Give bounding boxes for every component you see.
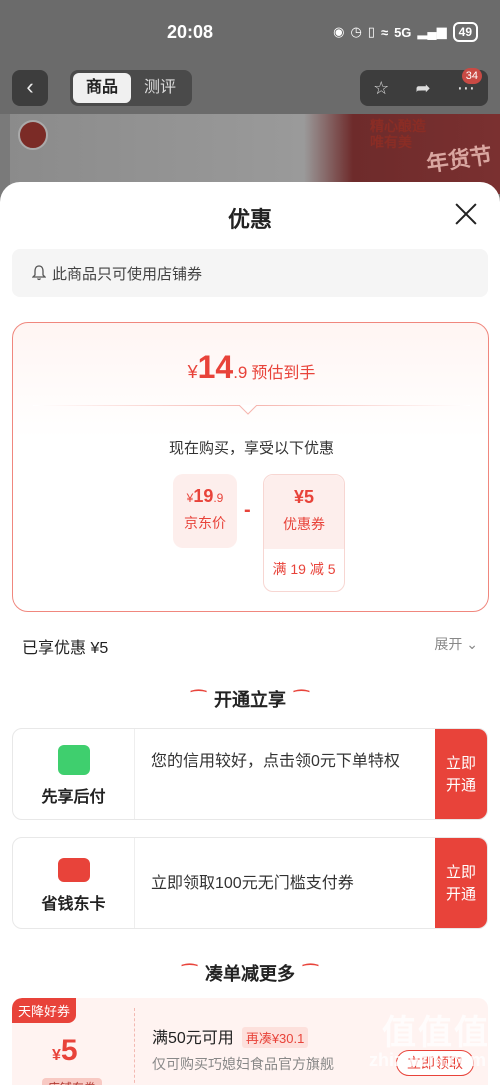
chevron-down-icon: ⌄ [466,636,478,652]
coupon-type: 店铺东券 [42,1078,103,1085]
slogan-line2: 唯有美 [370,134,412,150]
service-pay-later[interactable]: 先享后付 您的信用较好，点击领0元下单特权 立即开通 [12,728,488,820]
banner-slogan: 精心酿造 唯有美 [370,118,426,150]
shop-coupon-notice: 此商品只可使用店铺券 [12,249,488,297]
jd-decimal: .9 [213,491,224,505]
section-open-title: 开通立享 [214,690,286,710]
estimated-price: ¥14.9 预估到手 [13,349,490,386]
smile-icon: ⁀ [303,964,318,984]
coupon-value: ¥5 [293,487,315,507]
jd-price-label: 京东价 [184,515,226,531]
enjoyed-discount: 已享优惠 ¥5 [22,640,109,657]
battery-indicator: 49 [452,22,478,42]
top-nav: ‹ 商品 测评 ☆ ➦ ⋯ 34 [0,66,500,114]
watermark: 值值值 [382,1014,490,1052]
section-more-heading: ⁀ 凑单减更多 ⁀ [0,960,500,986]
back-button[interactable]: ‹ [12,70,48,106]
coupon-title: 满50元可用 再凑¥30.1 [152,1024,309,1048]
service-name: 先享后付 [41,789,106,806]
coupon-currency: ¥ [52,1047,61,1064]
coupon-divider [134,1008,135,1085]
bell-icon [32,265,46,281]
coupon-amount-value: 5 [60,1034,78,1067]
coupon-extra: 再凑¥30.1 [241,1027,309,1048]
share-icon[interactable]: ➦ [416,78,431,99]
festival-label: 年货节 [424,142,494,177]
expand-label: 展开 [434,636,463,652]
product-tabs: 商品 测评 [70,70,192,106]
discount-sheet: 优惠 此商品只可使用店铺券 ¥14.9 预估到手 现在购买，享受以下优惠 ¥19.… [0,182,500,1085]
tab-product[interactable]: 商品 [73,73,131,103]
service-saving-card[interactable]: 省钱东卡 立即领取100元无门槛支付券 立即开通 [12,837,488,929]
status-bar: 20:08 ◉ ◷ ▯ ≈ 5G ▂▄▆ 49 [0,0,500,66]
section-open-heading: ⁀ 开通立享 ⁀ [0,686,500,712]
section-more-title: 凑单减更多 [205,964,295,984]
chevron-left-icon: ‹ [26,74,34,99]
tab-review[interactable]: 测评 [131,73,189,103]
estimate-decimal: .9 [233,363,248,382]
watermark-site: zhizhizhi.com [369,1050,486,1070]
shopping-bag-icon [57,745,90,775]
coupon-price-top: ¥5 优惠券 [264,475,344,549]
service-desc: 您的信用较好，点击领0元下单特权 [151,753,400,770]
purchase-subtitle: 现在购买，享受以下优惠 [168,440,334,457]
brand-logo [18,120,48,150]
wifi-icon: ≈ [380,24,389,40]
status-icons: ◉ ◷ ▯ ≈ 5G ▂▄▆ 49 [333,22,478,42]
coupon-tag: 天降好券 [12,998,77,1023]
coupon-amount: ¥5 [52,1034,78,1068]
service-desc: 立即领取100元无门槛支付券 [151,875,354,892]
message-badge: 34 [461,68,482,84]
coupon-shop: 仅可购买巧媳妇食品官方旗舰 [152,1056,334,1072]
estimate-integer: 14 [197,349,234,385]
card-icon [57,858,90,882]
activate-button[interactable]: 立即开通 [435,729,487,819]
activate-button[interactable]: 立即开通 [435,838,487,928]
service-left: 先享后付 [13,729,135,819]
jd-price-box: ¥19.9 京东价 [173,474,237,548]
jd-integer: 19 [193,486,214,506]
eye-icon: ◉ [333,24,345,39]
alarm-icon: ◷ [350,24,362,39]
slogan-line1: 精心酿造 [370,118,426,134]
coupon-title-text: 满50元可用 [152,1030,234,1047]
service-left: 省钱东卡 [13,838,135,928]
star-icon[interactable]: ☆ [373,78,389,99]
estimate-currency: ¥ [187,362,198,382]
vibrate-icon: ▯ [367,24,375,39]
sheet-title: 优惠 [227,207,272,232]
smile-icon: ⁀ [182,964,197,984]
estimate-label: 预估到手 [251,365,316,382]
network-label: 5G [394,24,412,40]
notice-text: 此商品只可使用店铺券 [52,265,203,283]
coupon-condition: 满 19 减 5 [272,561,336,577]
status-time: 20:08 [166,22,214,42]
smile-icon: ⁀ [191,690,206,710]
coupon-label: 优惠券 [283,516,325,532]
coupon-price-box: ¥5 优惠券 满 19 减 5 [263,474,345,592]
expand-button[interactable]: 展开 ⌄ [434,634,478,654]
close-icon[interactable] [452,200,480,228]
pointer-icon [239,405,257,415]
smile-icon: ⁀ [294,690,309,710]
service-name: 省钱东卡 [41,896,106,913]
signal-icon: ▂▄▆ [417,24,447,39]
jd-price-value: ¥19.9 [173,474,237,507]
minus-operator: - [244,499,251,521]
price-breakdown-card: ¥14.9 预估到手 现在购买，享受以下优惠 ¥19.9 京东价 - ¥5 优惠券… [12,322,489,612]
nav-actions: ☆ ➦ ⋯ 34 [360,68,488,106]
